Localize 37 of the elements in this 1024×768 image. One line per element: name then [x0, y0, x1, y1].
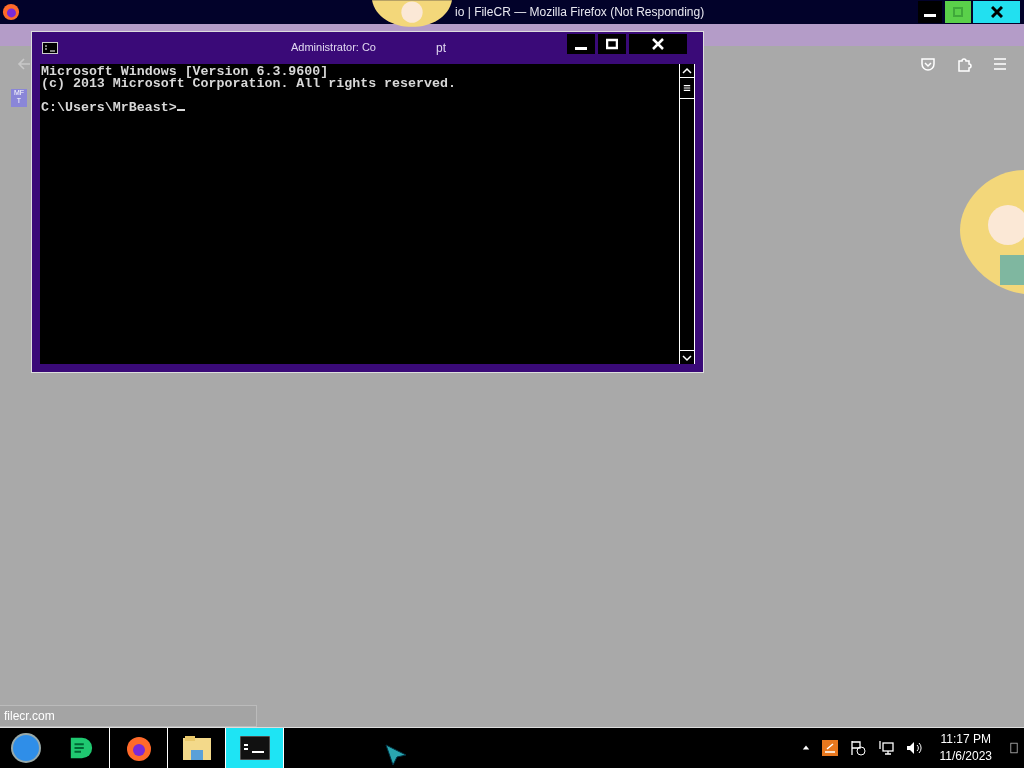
window-title: pt — [436, 41, 446, 55]
clock-time: 11:17 PM — [940, 731, 991, 748]
firefox-icon — [124, 734, 153, 762]
taskbar-button[interactable] — [226, 728, 284, 768]
minimize-icon — [924, 13, 936, 17]
orb-icon — [10, 732, 42, 764]
command-prompt: C:\Users\MrBeast> — [41, 100, 177, 115]
flag-icon[interactable] — [849, 740, 866, 756]
close-icon — [990, 6, 1003, 18]
minimize-button[interactable] — [567, 34, 595, 54]
close-button[interactable] — [629, 34, 687, 54]
scroll-down-button[interactable] — [680, 350, 694, 364]
text-cursor — [176, 109, 185, 111]
firefox-icon — [2, 3, 20, 21]
caret-icon[interactable] — [801, 744, 810, 752]
volume-icon[interactable] — [905, 740, 922, 756]
maximize-icon — [952, 6, 964, 18]
chevron-down-icon — [682, 352, 692, 363]
pointer-icon — [385, 744, 407, 766]
clock-date: 11/6/2023 — [939, 748, 992, 765]
notification-icon[interactable] — [1010, 741, 1018, 755]
chevron-up-icon — [682, 65, 692, 76]
maximize-button[interactable] — [598, 34, 626, 54]
minimize-icon — [575, 46, 587, 50]
minimize-button[interactable] — [918, 1, 942, 23]
maximize-icon — [606, 38, 618, 50]
close-icon — [652, 38, 664, 50]
console-text: (c) 2013 Microsoft Corporation. All rights reserved. — [41, 78, 457, 90]
console-icon — [239, 736, 270, 760]
console-text: Microsoft Windows [Version 6.3.9600] — [41, 66, 329, 78]
window-title: io | FileCR — Mozilla Firefox (Not Responding) — [455, 5, 705, 19]
window-title: Administrator: Co — [291, 41, 376, 53]
folder-icon — [180, 734, 213, 762]
console-icon — [42, 42, 58, 54]
network-icon[interactable] — [877, 740, 894, 756]
tray-app-icon[interactable] — [821, 740, 838, 756]
close-button[interactable] — [973, 1, 1020, 23]
